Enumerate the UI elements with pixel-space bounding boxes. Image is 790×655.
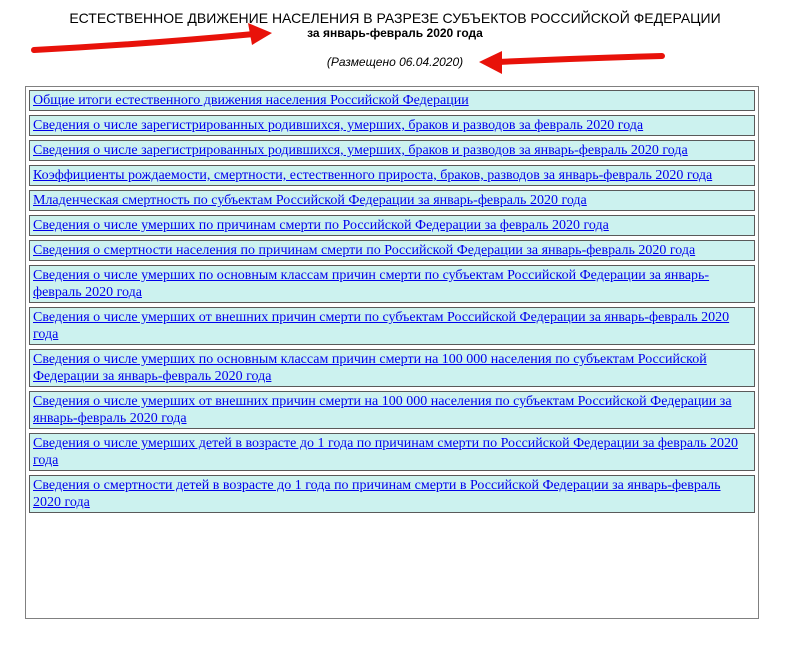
red-arrow-left-icon <box>479 51 665 74</box>
link-general-totals[interactable]: Общие итоги естественного движения насел… <box>33 93 469 108</box>
list-item: Сведения о числе зарегистрированных роди… <box>29 140 755 161</box>
link-mortality-by-cause[interactable]: Сведения о смертности населения по причи… <box>33 243 695 258</box>
list-item: Сведения о смертности детей в возрасте д… <box>29 475 755 513</box>
link-deaths-by-class-regions[interactable]: Сведения о числе умерших по основным кла… <box>33 268 709 300</box>
list-item: Младенческая смертность по субъектам Рос… <box>29 190 755 211</box>
list-item: Сведения о числе умерших по причинам сме… <box>29 215 755 236</box>
link-infant-mortality[interactable]: Младенческая смертность по субъектам Рос… <box>33 193 587 208</box>
list-item: Сведения о числе умерших по основным кла… <box>29 349 755 387</box>
link-deaths-by-class-per-100k[interactable]: Сведения о числе умерших по основным кла… <box>33 352 707 384</box>
list-item: Общие итоги естественного движения насел… <box>29 90 755 111</box>
list-item: Сведения о числе умерших по основным кла… <box>29 265 755 303</box>
links-table: Общие итоги естественного движения насел… <box>25 86 759 619</box>
list-item: Сведения о числе умерших от внешних прич… <box>29 391 755 429</box>
link-deaths-by-cause-feb[interactable]: Сведения о числе умерших по причинам сме… <box>33 218 609 233</box>
red-arrow-right-icon <box>31 23 272 53</box>
link-child-deaths-feb[interactable]: Сведения о числе умерших детей в возраст… <box>33 436 738 468</box>
link-deaths-external-regions[interactable]: Сведения о числе умерших от внешних прич… <box>33 310 729 342</box>
list-item: Сведения о числе зарегистрированных роди… <box>29 115 755 136</box>
link-registered-jan-feb[interactable]: Сведения о числе зарегистрированных роди… <box>33 143 688 158</box>
link-coefficients[interactable]: Коэффициенты рождаемости, смертности, ес… <box>33 168 712 183</box>
list-item: Сведения о смертности населения по причи… <box>29 240 755 261</box>
list-item: Коэффициенты рождаемости, смертности, ес… <box>29 165 755 186</box>
list-item: Сведения о числе умерших от внешних прич… <box>29 307 755 345</box>
link-deaths-external-per-100k[interactable]: Сведения о числе умерших от внешних прич… <box>33 394 732 426</box>
link-registered-feb[interactable]: Сведения о числе зарегистрированных роди… <box>33 118 643 133</box>
link-child-mortality-jan-feb[interactable]: Сведения о смертности детей в возрасте д… <box>33 478 721 510</box>
list-item: Сведения о числе умерших детей в возраст… <box>29 433 755 471</box>
